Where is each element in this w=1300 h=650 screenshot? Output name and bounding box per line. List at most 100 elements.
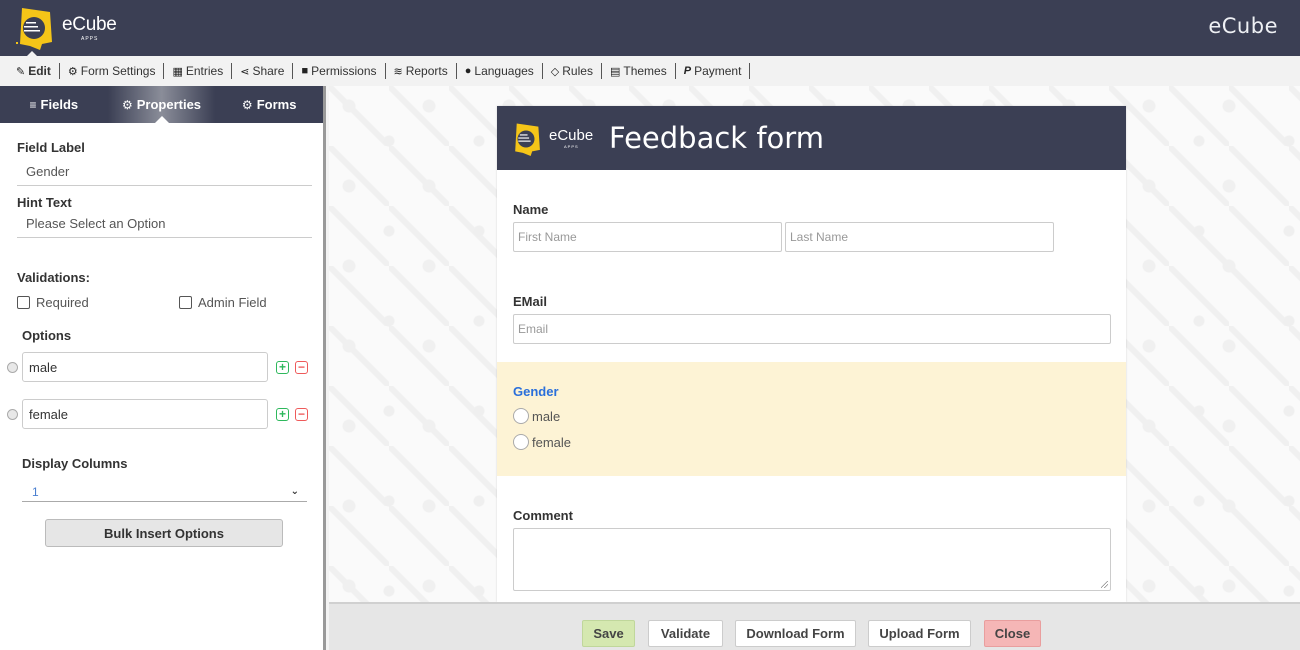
admin-field-checkbox[interactable]: Admin Field xyxy=(179,295,267,310)
tab-label: Fields xyxy=(40,97,79,112)
menu-languages[interactable]: ● Languages xyxy=(457,63,543,79)
checkbox-box[interactable] xyxy=(17,296,30,309)
select-value: 1 xyxy=(32,484,39,499)
form-logo-subtext: APPS xyxy=(564,144,579,149)
hint-text-input[interactable]: Please Select an Option xyxy=(17,216,312,238)
name-label: Name xyxy=(513,202,549,217)
gear-icon: ⚙ xyxy=(241,97,253,112)
theme-icon: ▤ xyxy=(609,65,621,78)
add-option-icon[interactable]: + xyxy=(276,360,289,374)
menu-entries[interactable]: ▦ Entries xyxy=(164,63,233,79)
form-title: Feedback form xyxy=(609,121,824,155)
menu-label: Payment xyxy=(694,64,742,78)
display-columns-heading: Display Columns xyxy=(22,456,128,471)
checkbox-label: Admin Field xyxy=(198,295,267,310)
first-name-input[interactable]: First Name xyxy=(513,222,782,252)
menu-label: Languages xyxy=(474,64,534,78)
table-icon: ▦ xyxy=(172,65,183,78)
tab-label: Forms xyxy=(256,97,297,112)
menu-share[interactable]: ⋖ Share xyxy=(232,63,294,79)
option-input[interactable]: female xyxy=(22,399,268,429)
radio-button[interactable] xyxy=(513,408,529,424)
database-icon: ≋ xyxy=(393,65,403,78)
form-preview: eCube APPS Feedback form Name First Name… xyxy=(497,106,1126,602)
chevron-down-icon: ⌄ xyxy=(290,486,299,497)
gender-option-female[interactable]: female xyxy=(513,434,571,450)
cogs-icon: ⚙ xyxy=(121,97,133,112)
menu-rules[interactable]: ◇ Rules xyxy=(543,63,602,79)
option-default-radio[interactable] xyxy=(7,361,18,373)
options-heading: Options xyxy=(22,328,72,343)
bars-icon: ≡ xyxy=(29,97,37,112)
save-button[interactable]: Save xyxy=(582,620,635,647)
menu-reports[interactable]: ≋ Reports xyxy=(386,63,457,79)
code-icon: ◇ xyxy=(550,65,560,78)
download-form-button[interactable]: Download Form xyxy=(735,620,856,647)
menu-edit[interactable]: ✎ Edit xyxy=(8,51,60,79)
ecube-logo-icon xyxy=(515,123,540,156)
option-row: female + − xyxy=(7,399,308,429)
remove-option-icon[interactable]: − xyxy=(295,360,308,374)
gender-option-male[interactable]: male xyxy=(513,408,560,424)
tab-label: Properties xyxy=(136,97,202,112)
radio-button[interactable] xyxy=(513,434,529,450)
resize-handle-icon[interactable] xyxy=(1101,581,1108,588)
action-bar: Save Validate Download Form Upload Form … xyxy=(329,602,1300,650)
ecube-logo[interactable]: eCube APPS xyxy=(12,4,132,52)
lock-icon: ■ xyxy=(301,65,309,77)
add-option-icon[interactable]: + xyxy=(276,407,289,421)
menu-themes[interactable]: ▤ Themes xyxy=(602,63,676,79)
tab-properties[interactable]: ⚙ Properties xyxy=(107,86,216,123)
email-input[interactable]: Email xyxy=(513,314,1111,344)
remove-option-icon[interactable]: − xyxy=(295,407,308,421)
ecube-logo-icon xyxy=(16,8,52,50)
comment-label: Comment xyxy=(513,508,573,523)
app-header: eCube APPS eCube xyxy=(0,0,1300,56)
menu-permissions[interactable]: ■ Permissions xyxy=(293,63,386,79)
validations-heading: Validations: xyxy=(17,270,90,285)
checkbox-label: Required xyxy=(36,295,89,310)
menu-label: Edit xyxy=(28,64,51,78)
form-logo: eCube APPS xyxy=(509,119,609,159)
field-label-heading: Field Label xyxy=(17,140,85,155)
close-button[interactable]: Close xyxy=(984,620,1041,647)
validate-button[interactable]: Validate xyxy=(648,620,723,647)
brand-name: eCube xyxy=(1208,14,1278,38)
bulk-insert-options-button[interactable]: Bulk Insert Options xyxy=(45,519,283,547)
menu-label: Permissions xyxy=(311,64,377,78)
menu-label: Share xyxy=(252,64,285,78)
menu-label: Reports xyxy=(405,64,448,78)
properties-sidebar: ≡ Fields ⚙ Properties ⚙ Forms Field Label G… xyxy=(0,86,326,650)
comment-textarea[interactable] xyxy=(513,528,1111,591)
menu-form-settings[interactable]: ⚙ Form Settings xyxy=(60,63,165,79)
tab-forms[interactable]: ⚙ Forms xyxy=(215,86,323,123)
required-checkbox[interactable]: Required xyxy=(17,295,89,310)
radio-label: male xyxy=(532,408,561,424)
gear-icon: ⚙ xyxy=(67,65,78,78)
hint-text-heading: Hint Text xyxy=(17,195,72,210)
menu-payment[interactable]: P Payment xyxy=(676,63,751,79)
menu-label: Entries xyxy=(185,64,224,78)
option-default-radio[interactable] xyxy=(7,408,18,420)
gender-field-selected[interactable]: Gender male female xyxy=(497,362,1126,476)
checkbox-box[interactable] xyxy=(179,296,192,309)
share-icon: ⋖ xyxy=(240,65,250,78)
upload-form-button[interactable]: Upload Form xyxy=(868,620,971,647)
language-icon: ● xyxy=(464,65,472,77)
display-columns-select[interactable]: 1 ⌄ xyxy=(22,482,307,502)
radio-label: female xyxy=(532,434,572,450)
form-logo-text: eCube xyxy=(549,127,594,144)
gender-label: Gender xyxy=(513,384,559,399)
email-label: EMail xyxy=(513,294,547,309)
option-input[interactable]: male xyxy=(22,352,268,382)
logo-subtext: APPS xyxy=(81,36,99,42)
paypal-icon: P xyxy=(683,65,692,77)
field-label-input[interactable]: Gender xyxy=(17,164,312,186)
option-row: male + − xyxy=(7,352,308,382)
logo-text: eCube xyxy=(62,14,117,35)
last-name-input[interactable]: Last Name xyxy=(785,222,1054,252)
main-menu: ✎ Edit ⚙ Form Settings ▦ Entries ⋖ Share ■ Pe… xyxy=(0,51,1300,86)
menu-label: Themes xyxy=(623,64,667,78)
tab-fields[interactable]: ≡ Fields xyxy=(0,86,108,123)
edit-icon: ✎ xyxy=(16,65,26,78)
